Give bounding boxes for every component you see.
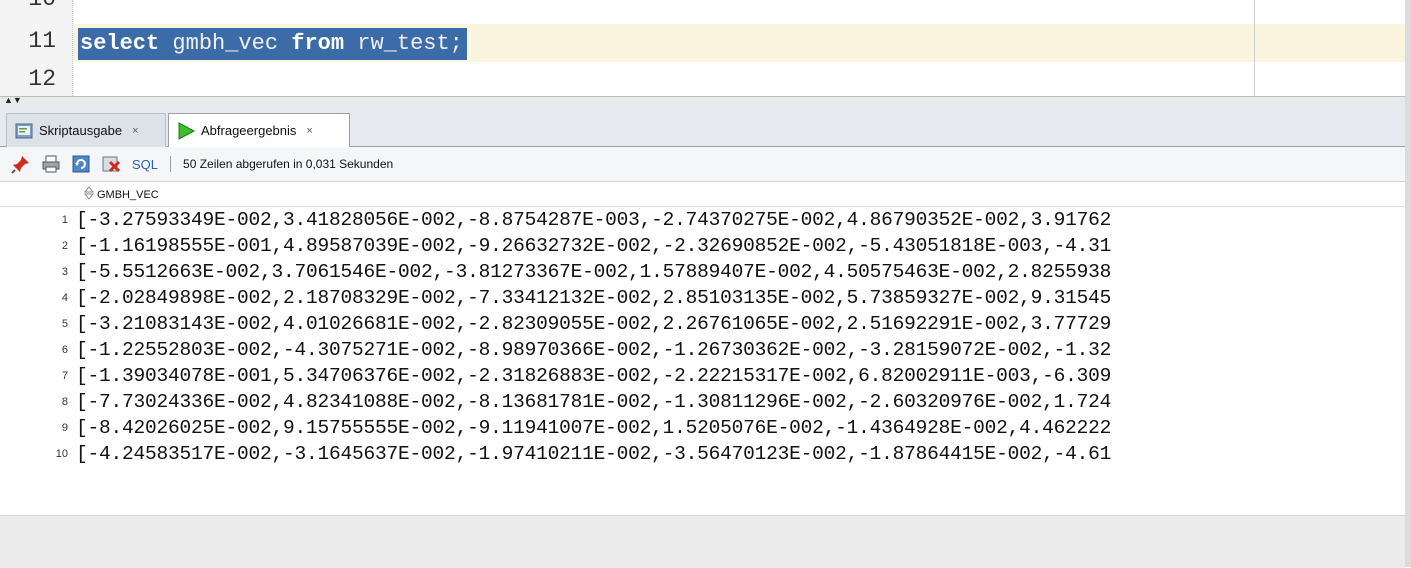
table-row[interactable]: 9 [-8.42026025E-002,9.15755555E-002,-9.11… [0,416,1405,442]
table-row[interactable]: 4 [-2.02849898E-002,2.18708329E-002,-7.33… [0,286,1405,312]
vertical-scrollbar[interactable] [1405,96,1411,567]
grid-header: GMBH_VEC [0,182,1405,207]
line-number-gutter: 10 11 12 [0,0,73,96]
panel-splitter[interactable]: ▲▼ [0,96,1411,105]
result-toolbar: SQL 50 Zeilen abgerufen in 0,031 Sekunde… [0,147,1411,182]
tab-abfrageergebnis[interactable]: Abfrageergebnis × [168,113,350,148]
close-icon[interactable]: × [132,125,138,137]
row-number: 4 [61,292,68,304]
sort-icon[interactable] [83,186,95,203]
line-number: 12 [28,66,56,92]
table-cell[interactable]: [-5.5512663E-002,3.7061546E-002,-3.81273… [76,261,1111,283]
row-number: 8 [61,396,68,408]
close-icon[interactable]: × [306,125,312,137]
empty-panel-area [0,515,1405,568]
script-output-icon [13,120,35,142]
sql-text: rw_test; [344,31,463,56]
table-row[interactable]: 5 [-3.21083143E-002,4.01026681E-002,-2.82… [0,312,1405,338]
table-row[interactable]: 1 [-3.27593349E-002,3.41828056E-002,-8.87… [0,208,1405,234]
result-grid[interactable]: GMBH_VEC 1 [-3.27593349E-002,3.41828056E-… [0,182,1405,515]
toolbar-separator [170,156,172,172]
table-row[interactable]: 7 [-1.39034078E-001,5.34706376E-002,-2.31… [0,364,1405,390]
right-margin-line [1254,0,1255,96]
row-number: 10 [55,448,68,460]
row-number: 7 [61,370,68,382]
row-number: 1 [61,214,68,226]
table-cell[interactable]: [-1.22552803E-002,-4.3075271E-002,-8.989… [76,339,1111,361]
line-number: 11 [28,28,56,54]
tab-label: Skriptausgabe [39,123,123,138]
fetch-status-text: 50 Zeilen abgerufen in 0,031 Sekunden [183,157,394,171]
row-number: 3 [61,266,68,278]
sql-text: gmbh_vec [159,31,292,56]
sql-editor[interactable]: 10 11 12 select gmbh_vec from rw_test; [0,0,1411,96]
pin-icon[interactable] [10,153,32,175]
row-number: 9 [61,422,68,434]
sql-keyword: from [291,31,345,56]
run-arrow-icon [175,120,197,142]
table-cell[interactable]: [-7.73024336E-002,4.82341088E-002,-8.136… [76,391,1111,413]
table-row[interactable]: 10 [-4.24583517E-002,-3.1645637E-002,-1.9… [0,442,1405,468]
table-cell[interactable]: [-3.21083143E-002,4.01026681E-002,-2.823… [76,313,1111,335]
refresh-icon[interactable] [70,153,92,175]
table-cell[interactable]: [-2.02849898E-002,2.18708329E-002,-7.334… [76,287,1111,309]
table-row[interactable]: 2 [-1.16198555E-001,4.89587039E-002,-9.26… [0,234,1405,260]
print-icon[interactable] [40,153,62,175]
sql-keyword: select [80,31,160,56]
row-number: 2 [61,240,68,252]
table-cell[interactable]: [-1.39034078E-001,5.34706376E-002,-2.318… [76,365,1111,387]
row-number: 5 [61,318,68,330]
line-number: 10 [0,0,56,12]
table-cell[interactable]: [-1.16198555E-001,4.89587039E-002,-9.266… [76,235,1111,257]
table-row[interactable]: 6 [-1.22552803E-002,-4.3075271E-002,-8.98… [0,338,1405,364]
delete-icon[interactable] [100,153,122,175]
table-cell[interactable]: [-3.27593349E-002,3.41828056E-002,-8.875… [76,209,1111,231]
result-tabbar: Skriptausgabe × Abfrageergebnis × [0,105,1411,148]
table-row[interactable]: 3 [-5.5512663E-002,3.7061546E-002,-3.8127… [0,260,1405,286]
table-cell[interactable]: [-8.42026025E-002,9.15755555E-002,-9.119… [76,417,1111,439]
table-cell[interactable]: [-4.24583517E-002,-3.1645637E-002,-1.974… [76,443,1111,465]
column-header-label: GMBH_VEC [97,188,159,201]
tab-label: Abfrageergebnis [201,123,297,138]
column-header-gmbh-vec[interactable]: GMBH_VEC [83,186,159,203]
table-row[interactable]: 8 [-7.73024336E-002,4.82341088E-002,-8.13… [0,390,1405,416]
row-number: 6 [61,344,68,356]
sql-button[interactable]: SQL [132,157,158,172]
selected-sql-statement[interactable]: select gmbh_vec from rw_test; [78,28,467,60]
splitter-arrows-icon[interactable]: ▲▼ [4,96,22,105]
tab-skriptausgabe[interactable]: Skriptausgabe × [6,113,166,147]
